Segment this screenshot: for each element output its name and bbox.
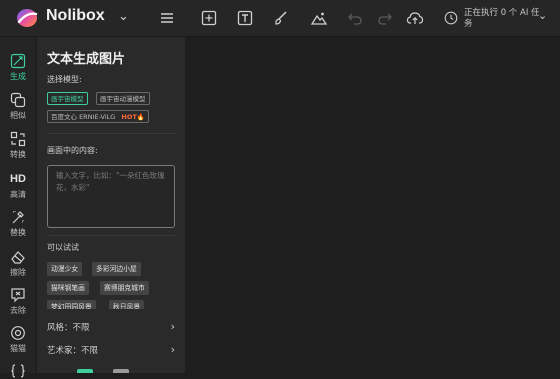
rail-item-transform[interactable]: 转换 bbox=[0, 131, 36, 160]
suggestion-chip[interactable]: 多彩河边小屋 bbox=[92, 262, 141, 276]
rail-item-similar[interactable]: 相似 bbox=[0, 92, 36, 121]
text-to-image-panel: 文本生成图片 选择模型: 画宇宙模型 画宇宙动漫模型 百度文心 ERNIE-Vi… bbox=[37, 37, 185, 373]
top-bar: Nolibox ⌄ 正在执行 0 个 AI 任务 ⌄ bbox=[0, 0, 560, 37]
divider bbox=[47, 133, 175, 134]
prompt-textarea[interactable]: 输入文字，比如："一朵红色玫瑰花，水彩" bbox=[47, 165, 175, 228]
rail-label: 替换 bbox=[10, 228, 26, 237]
rail-label: 猫猫 bbox=[10, 344, 26, 353]
text-icon[interactable] bbox=[236, 9, 254, 27]
brush-icon[interactable] bbox=[272, 9, 290, 27]
nolibox-logo-icon bbox=[17, 9, 38, 27]
artist-select[interactable]: 艺术家：不限 › bbox=[47, 343, 175, 358]
rail-item-remove[interactable]: 去除 bbox=[0, 287, 36, 316]
artist-label: 艺术家：不限 bbox=[47, 346, 99, 356]
rail-label: 相似 bbox=[10, 111, 26, 120]
divider bbox=[47, 235, 175, 236]
rail-item-cat[interactable]: 猫猫 bbox=[0, 325, 36, 354]
cat-icon bbox=[11, 326, 25, 340]
suggestion-chip[interactable]: 赛博朋克城市 bbox=[100, 281, 149, 295]
chevron-right-icon: › bbox=[170, 343, 175, 356]
suggestion-chip[interactable]: 秋日风景 bbox=[109, 300, 145, 309]
hot-badge: HOT🔥 bbox=[121, 113, 145, 121]
model-label: 选择模型: bbox=[47, 75, 82, 84]
model-option-huayuzhou-anime[interactable]: 画宇宙动漫模型 bbox=[96, 92, 150, 105]
try-label: 可以试试 bbox=[47, 243, 79, 252]
suggestion-chip[interactable]: 动漫少女 bbox=[47, 262, 83, 276]
menu-icon[interactable] bbox=[158, 9, 176, 27]
style-select[interactable]: 风格：不限 › bbox=[47, 320, 175, 335]
erase-icon bbox=[11, 251, 25, 264]
undo-icon[interactable] bbox=[346, 9, 364, 27]
style-label: 风格：不限 bbox=[47, 323, 90, 333]
scroll-indicator bbox=[113, 369, 129, 373]
variable-icon bbox=[11, 364, 25, 378]
replace-icon bbox=[12, 211, 24, 224]
transform-icon bbox=[10, 131, 26, 147]
rail-label: 生成 bbox=[10, 72, 26, 81]
upload-icon[interactable] bbox=[406, 9, 424, 27]
suggestion-overflow-row: 梦幻田园风景 秋日风景 bbox=[37, 297, 185, 309]
tool-rail: 生成 相似 转换 HD 高清 替换 擦除 去除 猫猫 bbox=[0, 37, 37, 378]
model-option-label: 百度文心 ERNIE-ViLG bbox=[51, 113, 116, 121]
scroll-indicator bbox=[77, 369, 93, 373]
rail-label: 去除 bbox=[10, 306, 26, 315]
rail-label: 高清 bbox=[10, 190, 26, 199]
rail-label: 转换 bbox=[10, 150, 26, 159]
add-frame-icon[interactable] bbox=[200, 9, 218, 27]
panel-title: 文本生成图片 bbox=[47, 52, 126, 67]
image-icon[interactable] bbox=[310, 9, 328, 27]
rail-item-replace[interactable]: 替换 bbox=[0, 209, 36, 238]
generate-icon bbox=[10, 53, 26, 69]
rail-item-erase[interactable]: 擦除 bbox=[0, 249, 36, 278]
model-option-huayuzhou[interactable]: 画宇宙模型 bbox=[47, 92, 88, 105]
clock-icon bbox=[444, 11, 458, 25]
remove-icon bbox=[11, 288, 25, 303]
suggestion-chip[interactable]: 梦幻田园风景 bbox=[47, 300, 96, 309]
drawing-canvas[interactable] bbox=[186, 37, 560, 373]
rail-item-more[interactable] bbox=[0, 363, 36, 379]
suggestion-chip[interactable]: 猫咪钢笔画 bbox=[47, 281, 89, 295]
redo-icon[interactable] bbox=[376, 9, 394, 27]
content-label: 画面中的内容: bbox=[47, 146, 98, 155]
brand-name: Nolibox bbox=[46, 7, 105, 24]
rail-item-hd[interactable]: HD 高清 bbox=[0, 171, 36, 200]
similar-icon bbox=[10, 92, 26, 108]
rail-item-generate[interactable]: 生成 bbox=[0, 53, 36, 82]
brand-menu-chevron-icon[interactable]: ⌄ bbox=[118, 9, 129, 24]
ai-task-status[interactable]: 正在执行 0 个 AI 任务 bbox=[464, 8, 546, 30]
model-option-ernie-vilg[interactable]: 百度文心 ERNIE-ViLG HOT🔥 bbox=[47, 110, 149, 123]
hd-icon: HD bbox=[10, 173, 26, 185]
task-chevron-down-icon[interactable]: ⌄ bbox=[538, 9, 547, 22]
rail-label: 擦除 bbox=[10, 268, 26, 277]
chevron-right-icon: › bbox=[170, 320, 175, 333]
